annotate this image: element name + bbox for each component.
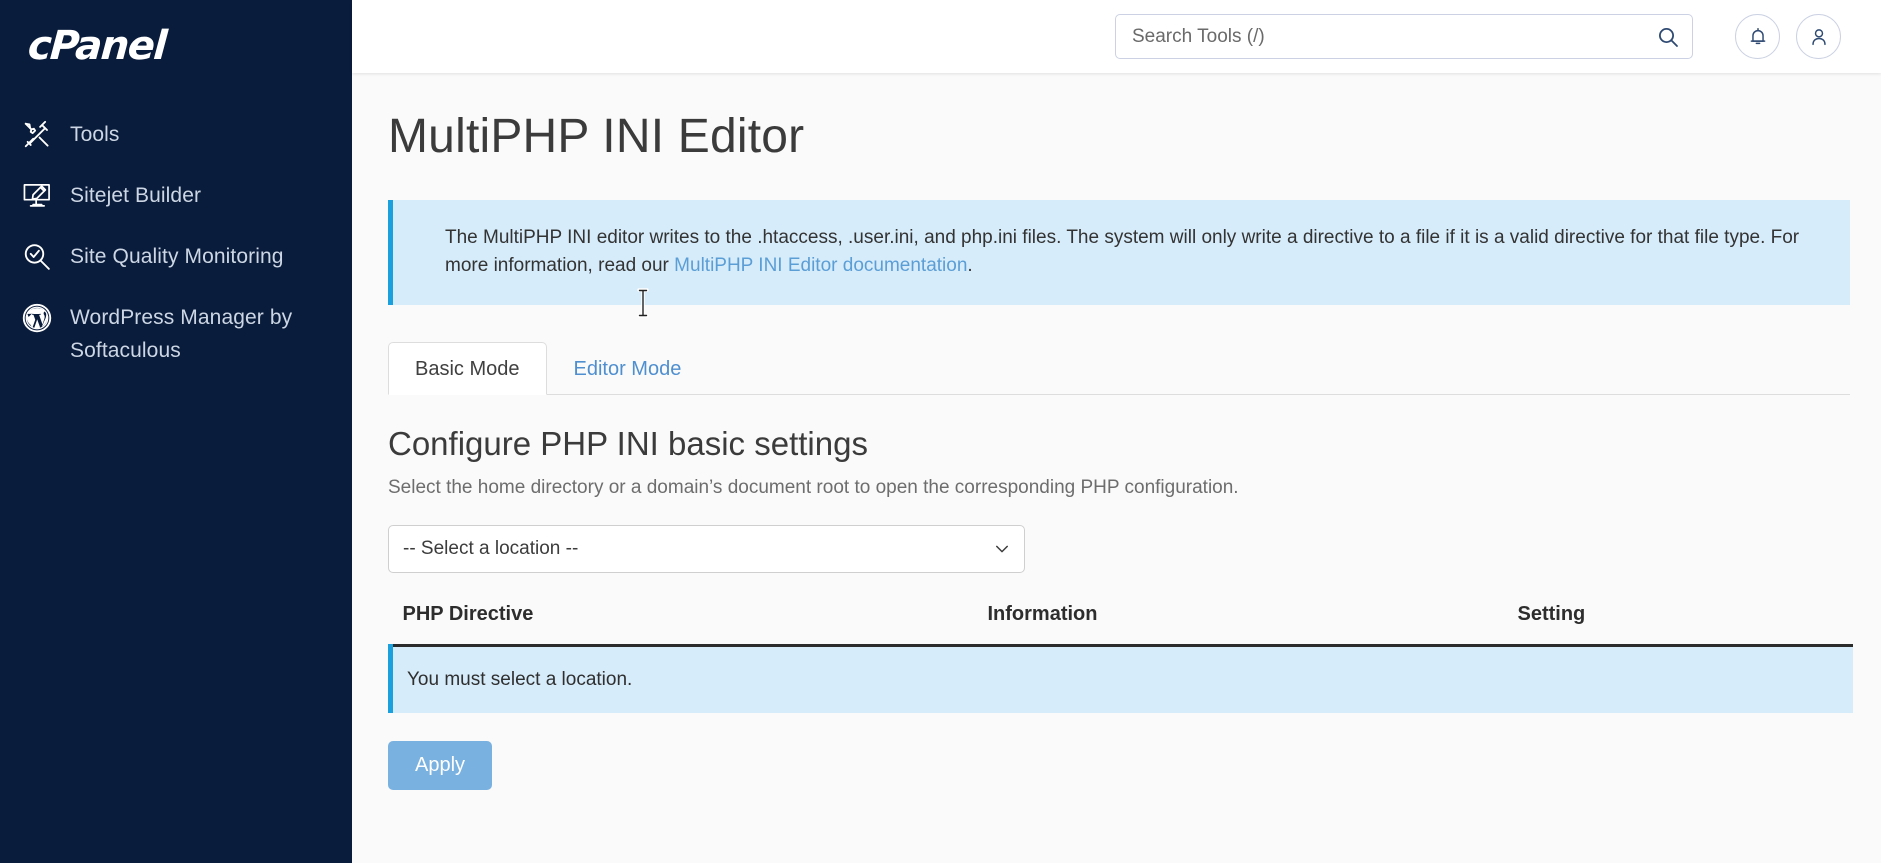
notifications-button[interactable] [1735, 14, 1780, 59]
sidebar-item-label: Site Quality Monitoring [70, 245, 284, 268]
sidebar-item-site-quality-monitoring[interactable]: Site Quality Monitoring [0, 240, 352, 274]
multiphp-ini-editor-documentation-link[interactable]: MultiPHP INI Editor documentation [674, 255, 967, 276]
section-description: Select the home directory or a domain’s … [388, 476, 1239, 498]
info-banner-text-2: . [967, 255, 973, 277]
table-empty-row: You must select a location. [388, 645, 1853, 713]
mode-tabs: Basic Mode Editor Mode [388, 341, 1850, 395]
magnifier-check-icon [22, 240, 60, 274]
sidebar-item-sitejet-builder[interactable]: Sitejet Builder [0, 179, 352, 213]
sidebar-item-label: Sitejet Builder [70, 184, 202, 207]
search-icon[interactable] [1655, 24, 1681, 50]
wordpress-icon [22, 301, 60, 335]
search-box [1115, 14, 1693, 59]
cpanel-logo[interactable]: cPanel [0, 0, 352, 86]
tab-basic-mode[interactable]: Basic Mode [388, 341, 547, 395]
cpanel-page: cPanel Tools Sitejet Builder Site Qualit… [0, 0, 1881, 863]
sidebar-item-tools[interactable]: Tools [0, 118, 352, 152]
column-header-information: Information [975, 602, 1506, 647]
location-select-wrapper: -- Select a location -- [388, 524, 1025, 573]
directives-table: PHP Directive Information Setting You mu… [388, 602, 1853, 713]
cpanel-logo-text: cPanel [26, 23, 168, 69]
location-select[interactable]: -- Select a location -- [388, 524, 1025, 573]
empty-state-message: You must select a location. [388, 645, 1853, 713]
user-icon [1808, 26, 1830, 48]
sidebar-item-wordpress-manager[interactable]: WordPress Manager by Softaculous [0, 301, 352, 367]
info-banner: The MultiPHP INI editor writes to the .h… [388, 200, 1850, 305]
apply-button[interactable]: Apply [388, 740, 493, 790]
sidebar-item-label: Tools [70, 123, 120, 146]
sidebar: cPanel Tools Sitejet Builder Site Qualit… [0, 0, 352, 863]
column-header-setting: Setting [1505, 602, 1853, 647]
monitor-pencil-icon [22, 179, 60, 213]
tab-editor-mode[interactable]: Editor Mode [547, 342, 709, 395]
table-header-row: PHP Directive Information Setting [390, 602, 1853, 647]
page-title: MultiPHP INI Editor [388, 110, 805, 163]
section-title: Configure PHP INI basic settings [388, 424, 868, 462]
sidebar-nav: Tools Sitejet Builder Site Quality Monit… [0, 86, 352, 367]
tools-icon [22, 118, 60, 152]
column-header-php-directive: PHP Directive [390, 602, 976, 647]
sidebar-item-label: WordPress Manager by Softaculous [70, 306, 293, 362]
info-banner-text-1: The MultiPHP INI editor writes to the .h… [445, 227, 1800, 277]
search-input[interactable] [1115, 14, 1693, 59]
bell-icon [1747, 26, 1769, 48]
main-content: MultiPHP INI Editor The MultiPHP INI edi… [352, 73, 1881, 863]
top-header [352, 0, 1881, 73]
account-button[interactable] [1796, 14, 1841, 59]
directives-table-wrapper: PHP Directive Information Setting You mu… [388, 602, 1853, 713]
